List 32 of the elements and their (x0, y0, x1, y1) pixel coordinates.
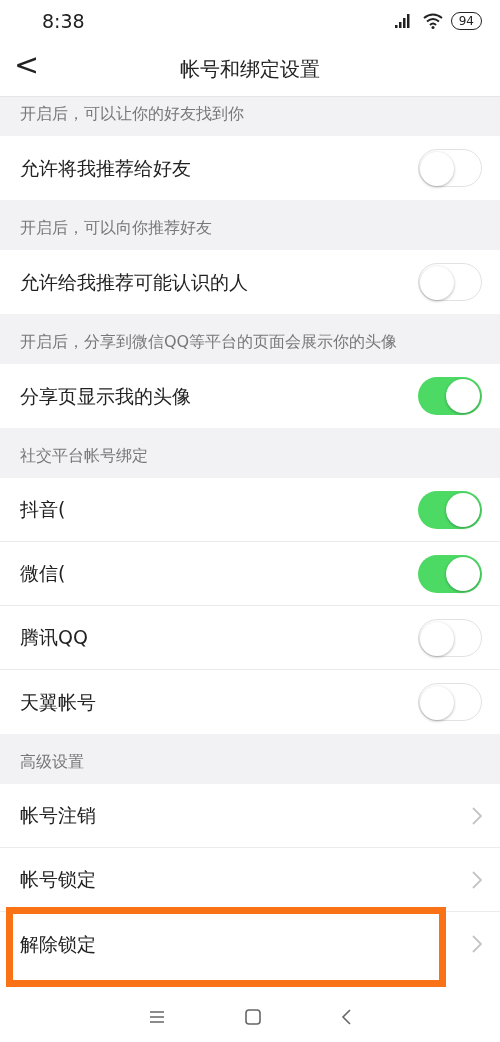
section-hint: 高级设置 (20, 754, 84, 770)
section-hint: 开启后，分享到微信QQ等平台的页面会展示你的头像 (20, 334, 398, 350)
section-hint: 开启后，可以让你的好友找到你 (20, 106, 244, 122)
setting-label: 微信( (20, 561, 66, 587)
chevron-right-icon (472, 870, 482, 889)
setting-label: 腾讯QQ (20, 625, 88, 651)
page-title: 帐号和绑定设置 (180, 56, 320, 83)
toggle-switch[interactable] (418, 377, 482, 415)
section-hint: 开启后，可以向你推荐好友 (20, 220, 212, 236)
setting-label: 帐号锁定 (20, 867, 96, 893)
setting-label: 帐号注销 (20, 803, 96, 829)
toggle-switch[interactable] (418, 554, 482, 593)
toggle-switch[interactable] (418, 263, 482, 301)
toggle-switch[interactable] (418, 618, 482, 657)
setting-label: 允许将我推荐给好友 (20, 155, 191, 181)
setting-label: 解除锁定 (20, 931, 96, 957)
setting-label: 天翼帐号 (20, 689, 96, 715)
home-icon[interactable] (245, 1009, 261, 1025)
status-time: 8:38 (42, 8, 85, 34)
chevron-right-icon (472, 935, 482, 953)
toggle-switch[interactable] (418, 149, 482, 187)
toggle-switch[interactable] (418, 683, 482, 721)
setting-label: 允许给我推荐可能认识的人 (20, 269, 248, 295)
back-button[interactable]: < (14, 50, 40, 80)
toggle-switch[interactable] (418, 490, 482, 529)
back-icon[interactable] (341, 1009, 351, 1025)
setting-label: 抖音( (20, 497, 66, 523)
section-hint: 社交平台帐号绑定 (20, 448, 148, 464)
chevron-right-icon (472, 806, 482, 825)
menu-icon[interactable] (149, 1010, 165, 1024)
wifi-icon (422, 13, 443, 29)
setting-label: 分享页显示我的头像 (20, 383, 191, 409)
